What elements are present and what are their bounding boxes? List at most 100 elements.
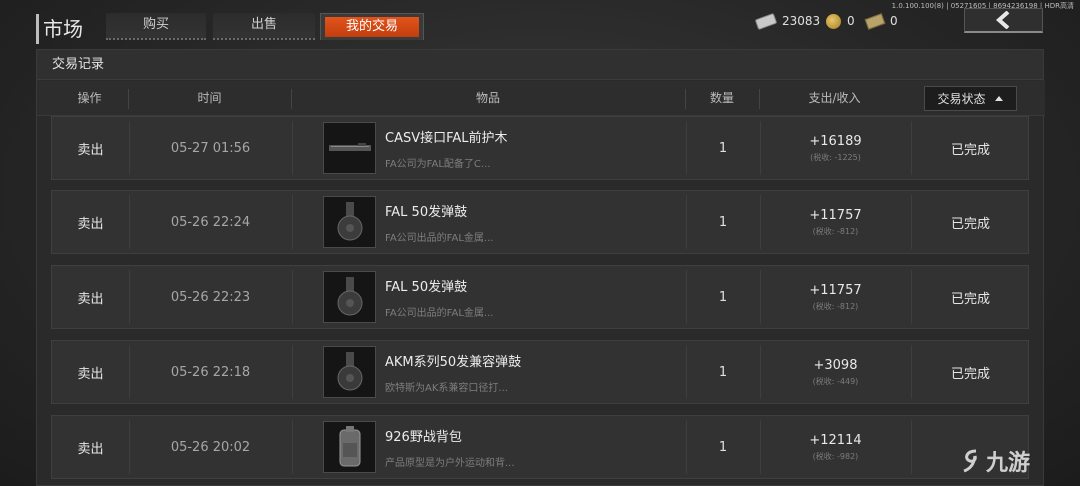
column-quantity: 数量 bbox=[709, 91, 734, 105]
trade-record-panel: 交易记录 操作 时间 物品 数量 支出/收入 交易状态 卖出 05-27 01:… bbox=[36, 49, 1045, 486]
quantity-text: 1 bbox=[718, 140, 728, 156]
amount-cell: +3098 (税收: -449) bbox=[760, 341, 911, 403]
column-item: 物品 bbox=[475, 91, 500, 105]
item-description: 欧特斯为AK系兼容口径打... bbox=[385, 382, 508, 394]
currency-coin: 0 bbox=[826, 12, 855, 30]
page-title: 市场 bbox=[36, 14, 83, 44]
trade-list: 卖出 05-27 01:56 CASV接口FAL前护木 FA公司为FAL配备了C… bbox=[51, 116, 1031, 486]
time-text: 05-26 22:24 bbox=[170, 214, 251, 230]
quantity-cell: 1 bbox=[686, 117, 760, 179]
cell-divider bbox=[760, 270, 761, 324]
handguard-icon bbox=[328, 143, 371, 151]
table-row[interactable]: 卖出 05-26 22:24 FAL 50发弹鼓 FA公司出品的FAL金属...… bbox=[51, 190, 1029, 254]
status-filter-label: 交易状态 bbox=[937, 92, 986, 106]
quantity-text: 1 bbox=[718, 214, 728, 230]
tax-text: (税收: -812) bbox=[812, 226, 859, 236]
time-text: 05-27 01:56 bbox=[170, 140, 251, 156]
item-name: FAL 50发弹鼓 bbox=[385, 279, 468, 295]
item-name: CASV接口FAL前护木 bbox=[385, 130, 508, 146]
item-thumbnail bbox=[323, 346, 376, 398]
time-cell: 05-26 22:23 bbox=[129, 266, 292, 328]
column-amount: 支出/收入 bbox=[808, 91, 861, 105]
item-cell: 926野战背包 产品原型是为户外运动和背... bbox=[292, 416, 686, 478]
amount-text: +11757 bbox=[809, 207, 862, 223]
quantity-text: 1 bbox=[718, 364, 728, 380]
item-cell: FAL 50发弹鼓 FA公司出品的FAL金属... bbox=[292, 191, 686, 253]
item-thumbnail bbox=[323, 196, 376, 248]
item-info: FAL 50发弹鼓 FA公司出品的FAL金属... bbox=[385, 201, 493, 244]
coin-icon bbox=[826, 13, 841, 29]
tab-sell[interactable]: 出售 bbox=[213, 13, 315, 40]
tab-buy[interactable]: 购买 bbox=[106, 13, 206, 40]
back-button[interactable] bbox=[964, 8, 1043, 33]
coin-value: 0 bbox=[847, 14, 855, 28]
cell-divider bbox=[686, 121, 687, 175]
watermark-logo: 九游 bbox=[962, 445, 1030, 477]
column-time: 时间 bbox=[197, 91, 222, 105]
status-filter-button[interactable]: 交易状态 bbox=[924, 86, 1017, 111]
table-row[interactable]: 卖出 05-27 01:56 CASV接口FAL前护木 FA公司为FAL配备了C… bbox=[51, 116, 1029, 180]
table-row[interactable]: 卖出 05-26 22:18 AKM系列50发兼容弹鼓 欧特斯为AK系兼容口径打… bbox=[51, 340, 1029, 404]
status-cell: 已完成 bbox=[911, 117, 1030, 179]
tab-my-trades-label: 我的交易 bbox=[325, 17, 419, 37]
cell-divider bbox=[911, 195, 912, 249]
drum-magazine-icon bbox=[337, 202, 362, 241]
currency-ticket: 0 bbox=[864, 12, 898, 30]
cell-divider bbox=[686, 195, 687, 249]
time-cell: 05-26 20:02 bbox=[129, 416, 292, 478]
action-cell: 卖出 bbox=[77, 366, 104, 382]
cell-divider bbox=[129, 121, 130, 175]
chevron-left-icon bbox=[995, 11, 1009, 29]
backpack-icon bbox=[339, 426, 360, 467]
nine-game-logo-icon bbox=[963, 449, 977, 473]
cash-value: 23083 bbox=[782, 14, 821, 28]
cell-divider bbox=[129, 195, 130, 249]
item-description: FA公司为FAL配备了C... bbox=[385, 158, 491, 170]
amount-cell: +11757 (税收: -812) bbox=[760, 191, 911, 253]
item-cell: FAL 50发弹鼓 FA公司出品的FAL金属... bbox=[292, 266, 686, 328]
action-cell: 卖出 bbox=[77, 142, 104, 158]
item-cell: CASV接口FAL前护木 FA公司为FAL配备了C... bbox=[292, 117, 686, 179]
amount-text: +11757 bbox=[809, 282, 862, 298]
status-cell: 已完成 bbox=[911, 341, 1030, 403]
item-thumbnail bbox=[323, 122, 376, 174]
status-cell: 已完成 bbox=[911, 266, 1030, 328]
amount-cell: +11757 (税收: -812) bbox=[760, 266, 911, 328]
status-text: 已完成 bbox=[950, 142, 990, 158]
tax-text: (税收: -1225) bbox=[810, 152, 861, 162]
panel-title: 交易记录 bbox=[37, 50, 1043, 80]
cell-divider bbox=[129, 345, 130, 399]
chevron-up-icon bbox=[994, 96, 1003, 101]
cell-divider bbox=[760, 420, 761, 474]
ticket-value: 0 bbox=[890, 14, 898, 28]
table-row[interactable]: 卖出 05-26 22:23 FAL 50发弹鼓 FA公司出品的FAL金属...… bbox=[51, 265, 1029, 329]
drum-magazine-icon bbox=[337, 277, 362, 316]
quantity-text: 1 bbox=[718, 289, 728, 305]
cell-divider bbox=[686, 345, 687, 399]
cell-divider bbox=[760, 121, 761, 175]
time-text: 05-26 22:18 bbox=[170, 364, 251, 380]
cell-divider bbox=[911, 270, 912, 324]
item-name: AKM系列50发兼容弹鼓 bbox=[385, 354, 522, 370]
cell-divider bbox=[911, 420, 912, 474]
tab-my-trades[interactable]: 我的交易 bbox=[320, 13, 424, 40]
drum-magazine-icon bbox=[337, 352, 362, 391]
table-row[interactable]: 卖出 05-26 20:02 926野战背包 产品原型是为户外运动和背... 1… bbox=[51, 415, 1029, 479]
item-thumbnail bbox=[323, 271, 376, 323]
cell-divider bbox=[760, 345, 761, 399]
cell-divider bbox=[911, 345, 912, 399]
action-cell: 卖出 bbox=[77, 216, 104, 232]
status-text: 已完成 bbox=[950, 216, 990, 232]
item-cell: AKM系列50发兼容弹鼓 欧特斯为AK系兼容口径打... bbox=[292, 341, 686, 403]
watermark-text: 九游 bbox=[986, 451, 1031, 476]
action-cell: 卖出 bbox=[77, 441, 104, 457]
status-cell: 已完成 bbox=[911, 191, 1030, 253]
time-text: 05-26 20:02 bbox=[170, 439, 251, 455]
item-info: 926野战背包 产品原型是为户外运动和背... bbox=[385, 426, 515, 469]
tax-text: (税收: -812) bbox=[812, 301, 859, 311]
table-header: 操作 时间 物品 数量 支出/收入 交易状态 bbox=[37, 81, 1045, 116]
time-cell: 05-27 01:56 bbox=[129, 117, 292, 179]
time-text: 05-26 22:23 bbox=[170, 289, 251, 305]
item-description: FA公司出品的FAL金属... bbox=[385, 232, 494, 244]
cell-divider bbox=[292, 121, 293, 175]
